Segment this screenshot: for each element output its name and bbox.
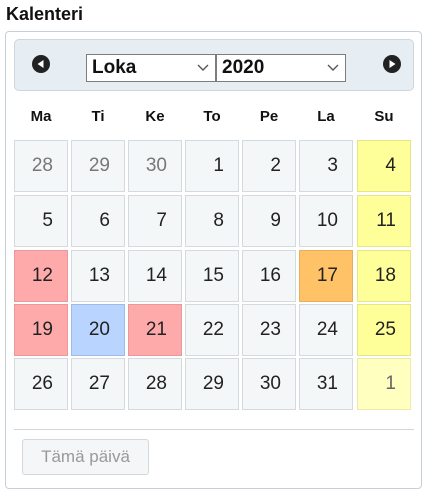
- chevron-down-icon: [197, 64, 209, 71]
- weekday-label: Ma: [30, 108, 52, 125]
- calendar-header: Loka 2020: [14, 39, 414, 91]
- weekday-label: Ke: [145, 108, 165, 125]
- day-cell[interactable]: 15: [185, 250, 239, 302]
- day-cell[interactable]: 30: [128, 140, 182, 192]
- month-select-value: Loka: [92, 57, 137, 78]
- day-cell[interactable]: 18: [357, 250, 411, 302]
- day-cell[interactable]: 12: [14, 250, 68, 302]
- today-button[interactable]: Tämä päivä: [22, 439, 149, 475]
- day-cell[interactable]: 16: [242, 250, 296, 302]
- day-cell[interactable]: 22: [185, 304, 239, 356]
- day-cell[interactable]: 28: [128, 358, 182, 410]
- weekday-label: Su: [374, 108, 394, 125]
- year-select[interactable]: 2020: [216, 54, 346, 82]
- day-cell[interactable]: 10: [299, 195, 353, 247]
- next-month-button[interactable]: [383, 55, 401, 73]
- month-select[interactable]: Loka: [86, 54, 216, 82]
- chevron-right-circle-icon: [389, 60, 396, 68]
- calendar-title: Kalenteri: [6, 4, 84, 24]
- day-cell[interactable]: 4: [357, 140, 411, 192]
- day-cell[interactable]: 30: [242, 358, 296, 410]
- day-cell[interactable]: 19: [14, 304, 68, 356]
- day-cell[interactable]: 8: [185, 195, 239, 247]
- calendar-widget: Loka 2020 Ma Ti Ke To Pe La Su 28 29 30 1 2 3 4 5 6 7 8 9…: [5, 31, 422, 489]
- day-cell[interactable]: 29: [185, 358, 239, 410]
- day-cell[interactable]: 29: [71, 140, 125, 192]
- weekday-label: To: [203, 108, 221, 125]
- day-cell[interactable]: 28: [14, 140, 68, 192]
- weekday-label: Ti: [91, 108, 105, 125]
- day-cell[interactable]: 13: [71, 250, 125, 302]
- day-cell[interactable]: 20: [71, 304, 125, 356]
- day-cell[interactable]: 11: [357, 195, 411, 247]
- year-select-value: 2020: [222, 57, 265, 78]
- weekday-label: La: [317, 108, 335, 125]
- day-cell[interactable]: 1: [357, 358, 411, 410]
- chevron-left-circle-icon: [37, 60, 44, 68]
- day-cell[interactable]: 23: [242, 304, 296, 356]
- day-cell[interactable]: 2: [242, 140, 296, 192]
- day-cell[interactable]: 9: [242, 195, 296, 247]
- day-cell[interactable]: 1: [185, 140, 239, 192]
- chevron-down-icon: [327, 64, 339, 71]
- day-cell[interactable]: 14: [128, 250, 182, 302]
- day-cell[interactable]: 27: [71, 358, 125, 410]
- day-cell[interactable]: 31: [299, 358, 353, 410]
- prev-month-button[interactable]: [32, 55, 50, 73]
- day-cell[interactable]: 17: [299, 250, 353, 302]
- day-cell[interactable]: 6: [71, 195, 125, 247]
- day-cell[interactable]: 26: [14, 358, 68, 410]
- day-cell[interactable]: 5: [14, 195, 68, 247]
- day-cell[interactable]: 21: [128, 304, 182, 356]
- day-cell[interactable]: 25: [357, 304, 411, 356]
- footer-divider: [14, 429, 414, 430]
- day-cell[interactable]: 24: [299, 304, 353, 356]
- day-cell[interactable]: 3: [299, 140, 353, 192]
- weekday-label: Pe: [259, 108, 279, 125]
- day-cell[interactable]: 7: [128, 195, 182, 247]
